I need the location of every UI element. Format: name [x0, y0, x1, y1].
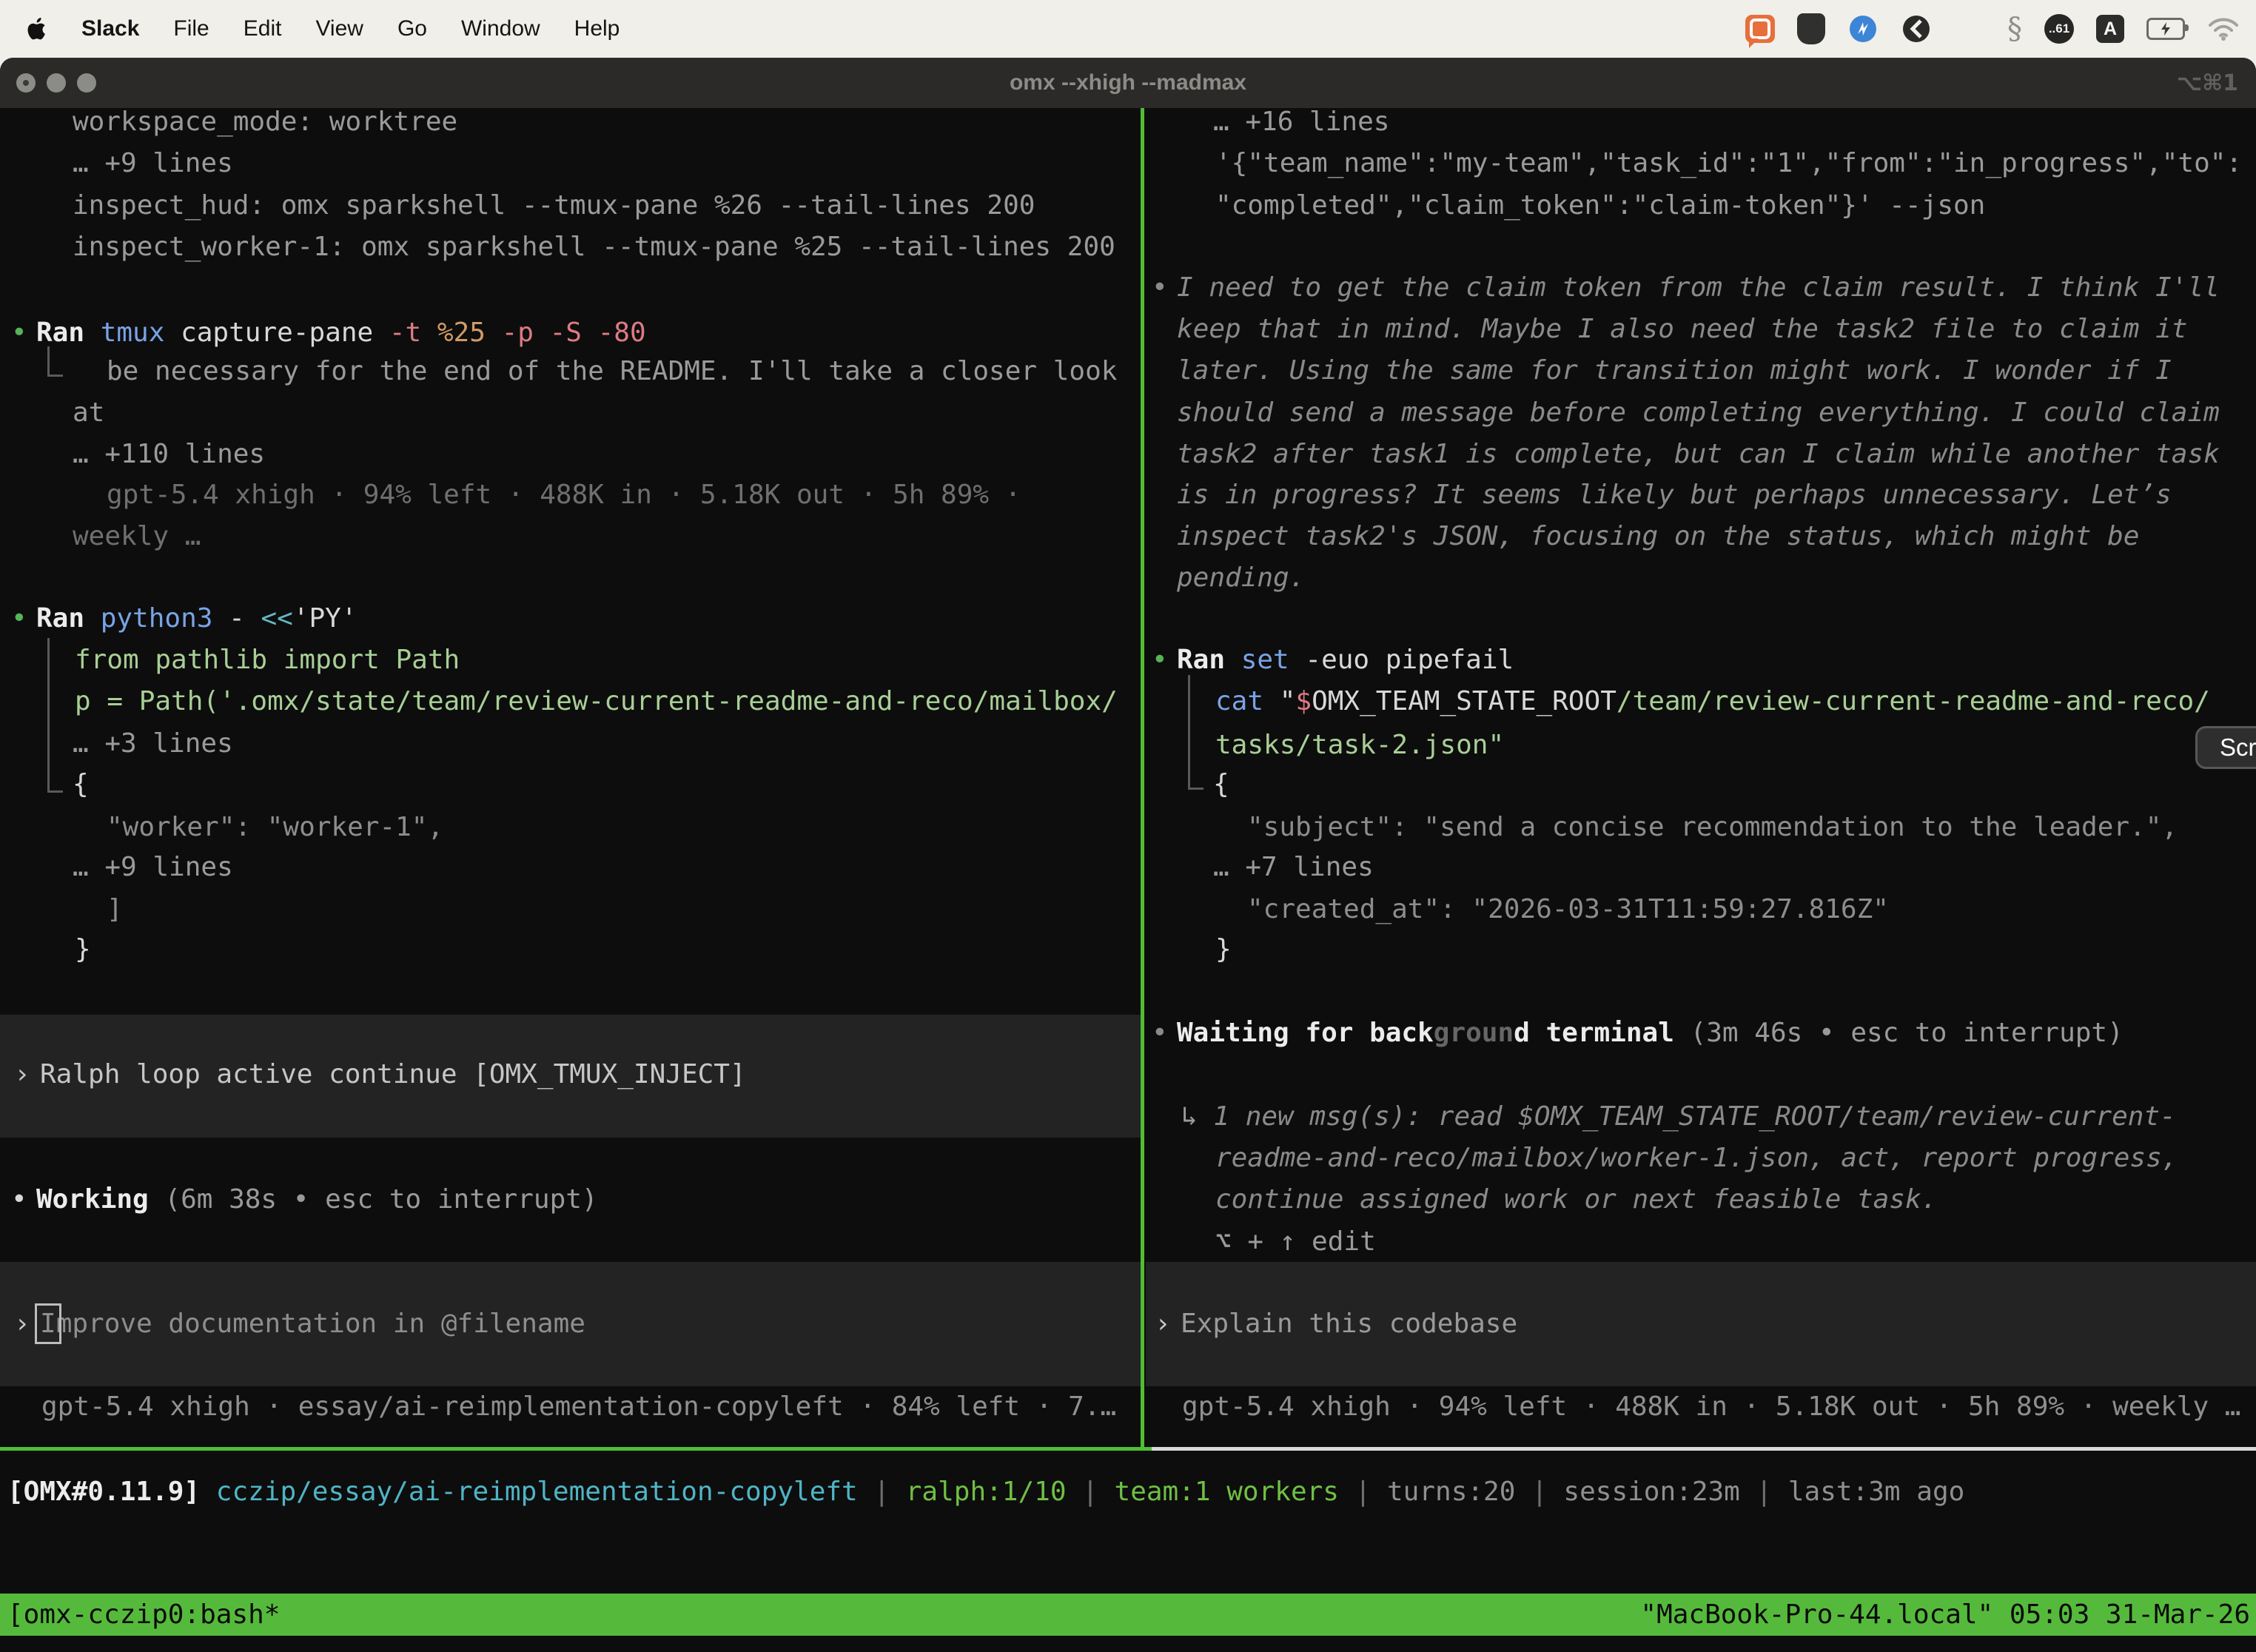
terminal-line: inspect_worker-1: omx sparkshell --tmux-…	[73, 226, 1115, 268]
left-pane-status: gpt-5.4 xhigh · essay/ai-reimplementatio…	[41, 1386, 1116, 1428]
terminal-line: }	[1215, 929, 1232, 970]
thinking-text: keep that in mind. Maybe I also need the…	[1177, 309, 2187, 350]
terminal-line: ]	[107, 889, 123, 930]
terminal-line: {	[1213, 764, 1229, 805]
terminal-line: … +7 lines	[1213, 847, 1374, 888]
terminal-line: … +110 lines	[73, 434, 265, 475]
command-line: Ran set -euo pipefail	[1177, 639, 1514, 681]
terminal-line: from pathlib import Path	[75, 639, 460, 681]
thinking-text: later. Using the same for transition mig…	[1177, 350, 2172, 392]
tmux-session-label: [omx-cczip0:bash*	[7, 1594, 280, 1636]
output-elbow	[47, 638, 63, 793]
terminal-line: … +9 lines	[73, 143, 233, 184]
menu-edit[interactable]: Edit	[244, 16, 282, 41]
terminal-line: "created_at": "2026-03-31T11:59:27.816Z"	[1247, 889, 1889, 930]
terminal-content[interactable]: [omx-cczip0:bash* "MacBook-Pro-44.local"…	[0, 108, 2256, 1652]
command-line: Ran python3 - <<'PY'	[36, 598, 357, 639]
menu-bar: Slack File Edit View Go Window Help § ..61 A	[0, 0, 2256, 58]
terminal-window: omx --xhigh --madmax ⌥⌘1 [omx-cczip0:bas…	[0, 58, 2256, 1652]
thinking-text: inspect task2's JSON, focusing on the st…	[1177, 516, 2139, 557]
command-line: Ran tmux capture-pane -t %25 -p -S -80	[36, 312, 646, 354]
mailbox-message: continue assigned work or next feasible …	[1215, 1179, 1937, 1220]
terminal-line: gpt-5.4 xhigh · 94% left · 488K in · 5.1…	[107, 474, 1021, 516]
terminal-line: ›	[14, 1303, 30, 1345]
omx-status-line: [OMX#0.11.9] cczip/essay/ai-reimplementa…	[7, 1471, 1964, 1513]
menu-view[interactable]: View	[315, 16, 363, 41]
mailbox-message: readme-and-reco/mailbox/worker-1.json, a…	[1215, 1138, 2178, 1179]
command-line: cat "$OMX_TEAM_STATE_ROOT/team/review-cu…	[1215, 681, 2210, 722]
terminal-line: workspace_mode: worktree	[73, 108, 457, 143]
mailbox-message: ↳ 1 new msg(s): read $OMX_TEAM_STATE_ROO…	[1181, 1096, 2176, 1138]
terminal-line: weekly …	[73, 516, 201, 557]
thinking-text: pending.	[1177, 557, 1305, 599]
terminal-line: '{"team_name":"my-team","task_id":"1","f…	[1215, 143, 2242, 184]
terminal-line: ›	[14, 1054, 30, 1095]
terminal-line: ›	[1155, 1303, 1171, 1345]
blue-badge-icon[interactable]	[1847, 13, 1879, 44]
terminal-line: •	[1152, 1013, 1168, 1054]
terminal-line: •	[1152, 639, 1168, 681]
tmux-status-bar: [omx-cczip0:bash* "MacBook-Pro-44.local"…	[0, 1594, 2256, 1636]
thinking-text: I need to get the claim token from the c…	[1177, 267, 2220, 309]
edit-hint: ⌥ + ↑ edit	[1215, 1221, 1376, 1263]
battery-charging-icon[interactable]	[2146, 18, 2185, 40]
right-pane-status: gpt-5.4 xhigh · 94% left · 488K in · 5.1…	[1182, 1386, 2240, 1428]
prompt-input-explain: Explain this codebase	[1181, 1303, 1517, 1345]
terminal-line: … +16 lines	[1213, 108, 1389, 143]
dark-wedge-icon[interactable]	[1901, 13, 1932, 44]
menu-window[interactable]: Window	[461, 16, 540, 41]
terminal-line: inspect_hud: omx sparkshell --tmux-pane …	[73, 185, 1035, 226]
pane-border-horizontal	[1152, 1447, 2256, 1451]
pane-divider[interactable]	[1141, 108, 1144, 1448]
menu-slack[interactable]: Slack	[81, 16, 139, 41]
terminal-line: p = Path('.omx/state/team/review-current…	[75, 681, 1118, 722]
chat-icon[interactable]	[1745, 15, 1775, 43]
terminal-line: •	[11, 598, 27, 639]
waiting-status: Waiting for background terminal (3m 46s …	[1177, 1013, 2124, 1054]
terminal-line: … +9 lines	[73, 847, 233, 888]
apple-logo-icon[interactable]	[27, 16, 49, 41]
thinking-text: should send a message before completing …	[1177, 392, 2220, 434]
terminal-line: •	[1152, 267, 1168, 309]
input-source-a-icon[interactable]: A	[2096, 15, 2124, 43]
menu-go[interactable]: Go	[397, 16, 427, 41]
timer-badge-icon[interactable]: ..61	[2044, 14, 2074, 44]
dots-grid-icon[interactable]	[1954, 13, 1985, 44]
terminal-line: at	[73, 392, 104, 434]
ralph-loop-status: Ralph loop active continue [OMX_TMUX_INJ…	[40, 1054, 746, 1095]
title-bar[interactable]: omx --xhigh --madmax ⌥⌘1	[0, 58, 2256, 108]
window-title: omx --xhigh --madmax	[0, 58, 2256, 108]
screenshot-overlay: Scre	[2195, 726, 2256, 769]
menu-help[interactable]: Help	[574, 16, 620, 41]
squiggle-icon[interactable]: §	[2007, 14, 2022, 44]
prompt-input-improve: Improve documentation in @filename	[40, 1303, 585, 1345]
window-shortcut: ⌥⌘1	[2177, 58, 2238, 108]
menu-items: Slack File Edit View Go Window Help	[81, 16, 620, 41]
menu-file[interactable]: File	[173, 16, 209, 41]
terminal-line: "completed","claim_token":"claim-token"}…	[1215, 185, 1985, 226]
text-cursor[interactable]: I	[40, 1309, 56, 1339]
screen: Slack File Edit View Go Window Help § ..61 A omx…	[0, 0, 2256, 1652]
shield-grid-icon[interactable]	[1797, 13, 1825, 44]
terminal-line: }	[75, 929, 91, 970]
wifi-icon[interactable]	[2207, 16, 2240, 41]
working-status: Working (6m 38s • esc to interrupt)	[36, 1179, 598, 1220]
terminal-line: •	[11, 312, 27, 354]
terminal-line: "subject": "send a concise recommendatio…	[1247, 807, 2178, 848]
terminal-line: •	[11, 1179, 27, 1220]
thinking-text: is in progress? It seems likely but perh…	[1177, 474, 2172, 516]
tmux-host-clock-label: "MacBook-Pro-44.local" 05:03 31-Mar-26	[1640, 1594, 2250, 1636]
terminal-line: be necessary for the end of the README. …	[107, 351, 1117, 392]
terminal-line: {	[73, 764, 89, 805]
terminal-line: … +3 lines	[73, 723, 233, 765]
pane-border-horizontal	[0, 1447, 1152, 1451]
status-icons: § ..61 A	[1745, 13, 2240, 44]
thinking-text: task2 after task1 is complete, but can I…	[1177, 434, 2220, 475]
terminal-line: tasks/task-2.json"	[1215, 725, 1504, 766]
terminal-line: "worker": "worker-1",	[107, 807, 443, 848]
output-elbow	[1188, 675, 1203, 790]
